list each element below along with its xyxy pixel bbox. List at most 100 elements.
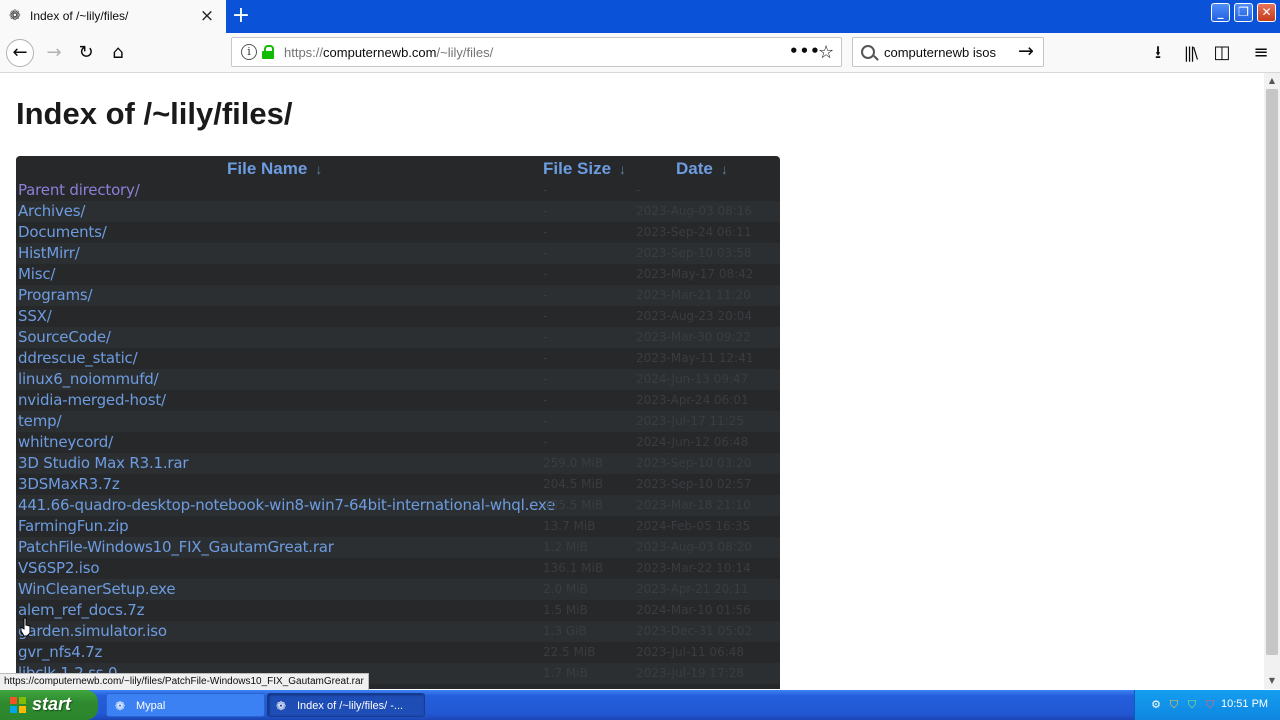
file-date: 2023-Mar-18 21:10 — [636, 498, 751, 512]
lock-icon[interactable] — [262, 45, 274, 59]
file-link[interactable]: ddrescue_static/ — [18, 349, 138, 367]
file-date: 2023-Apr-21 20:11 — [636, 582, 749, 596]
file-link[interactable]: gvr_nfs4.7z — [18, 643, 102, 661]
table-row: temp/ - 2023-Jul-17 11:25 — [16, 411, 780, 432]
file-link[interactable]: 3D Studio Max R3.1.rar — [18, 454, 189, 472]
file-link[interactable]: garden.simulator.iso — [18, 622, 167, 640]
file-link[interactable]: HistMirr/ — [18, 244, 80, 262]
table-row: nvidia-merged-host/ - 2023-Apr-24 06:01 — [16, 390, 780, 411]
table-row: FarmingFun.zip 13.7 MiB 2024-Feb-05 16:35 — [16, 516, 780, 537]
file-listing-table: File Name ↓ File Size ↓ Date ↓ Parent direc… — [16, 156, 780, 689]
table-row: SourceCode/ - 2023-Mar-30 09:22 — [16, 327, 780, 348]
file-link[interactable]: whitneycord/ — [18, 433, 113, 451]
forward-icon[interactable]: → — [42, 41, 66, 65]
active-tab[interactable]: ❁ Index of /~lily/files/ × — [0, 0, 226, 33]
file-link[interactable]: FarmingFun.zip — [18, 517, 129, 535]
file-date: 2023-Jul-17 11:25 — [636, 414, 745, 428]
table-row: whitneycord/ - 2024-Jun-12 06:48 — [16, 432, 780, 453]
file-size: - — [543, 393, 548, 407]
file-link[interactable]: Programs/ — [18, 286, 93, 304]
safely-remove-icon[interactable]: ⛉ — [1185, 698, 1199, 712]
system-tray: ⚙ ⛉ ⛉ ⛉ 10:51 PM — [1134, 690, 1280, 720]
page-content: Index of /~lily/files/ File Name ↓ File S… — [0, 73, 1264, 689]
file-size: - — [543, 414, 548, 428]
taskbar-item-mypal[interactable]: ❁ Mypal — [106, 693, 265, 717]
vertical-scrollbar[interactable]: ▲ ▼ — [1264, 73, 1280, 689]
mouse-cursor-icon — [20, 617, 31, 637]
alert-shield-icon[interactable]: ⛉ — [1203, 698, 1217, 712]
sidebar-icon[interactable]: ◫ — [1210, 41, 1234, 65]
menu-icon[interactable]: ≡ — [1249, 41, 1273, 65]
file-date: 2023-Mar-30 09:22 — [636, 330, 751, 344]
url-text[interactable]: https://computernewb.com/~lily/files/ — [284, 45, 493, 60]
table-row: PatchFile-Windows10_FIX_GautamGreat.rar 1… — [16, 537, 780, 558]
search-bar[interactable]: computernewb isos → — [852, 37, 1044, 67]
file-size: 136.1 MiB — [543, 561, 604, 575]
table-row: gvr_nfs4.7z 22.5 MiB 2023-Jul-11 06:48 — [16, 642, 780, 663]
page-actions-icon[interactable]: ••• — [789, 42, 821, 60]
file-size: 204.5 MiB — [543, 477, 604, 491]
file-date: 2023-May-11 12:41 — [636, 351, 754, 365]
scroll-down-icon[interactable]: ▼ — [1264, 673, 1280, 689]
file-date: 2023-Sep-10 03:20 — [636, 456, 752, 470]
navigation-toolbar: ← → ↻ ⌂ i https://computernewb.com/~lily… — [0, 33, 1280, 73]
library-icon[interactable]: |||\ — [1178, 41, 1202, 65]
file-link[interactable]: linux6_noiommufd/ — [18, 370, 159, 388]
reload-icon[interactable]: ↻ — [74, 41, 98, 65]
file-link[interactable]: SSX/ — [18, 307, 52, 325]
file-link[interactable]: Documents/ — [18, 223, 107, 241]
tab-close-icon[interactable]: × — [199, 7, 215, 25]
scroll-thumb[interactable] — [1266, 89, 1278, 655]
file-link[interactable]: SourceCode/ — [18, 328, 111, 346]
taskbar-item-browser-window[interactable]: ❁ Index of /~lily/files/ -... — [267, 693, 425, 717]
table-row: WinCleanerSetup.exe 2.0 MiB 2023-Apr-21 20… — [16, 579, 780, 600]
file-date: 2024-Mar-10 01:56 — [636, 603, 751, 617]
file-link[interactable]: VS6SP2.iso — [18, 559, 100, 577]
new-tab-icon[interactable]: + — [230, 5, 252, 27]
network-icon[interactable]: ⚙ — [1149, 698, 1163, 712]
file-size: 13.7 MiB — [543, 519, 596, 533]
file-date: 2023-Sep-24 06:11 — [636, 225, 752, 239]
bookmark-star-icon[interactable]: ☆ — [818, 42, 834, 63]
sort-arrow-icon: ↓ — [619, 161, 627, 177]
arrow-right-icon[interactable]: → — [1018, 40, 1034, 62]
file-size: - — [543, 288, 548, 302]
file-link[interactable]: 441.66-quadro-desktop-notebook-win8-win7… — [18, 496, 555, 514]
file-size: 1.3 GiB — [543, 624, 587, 638]
file-size: - — [543, 246, 548, 260]
table-row: garden.simulator.iso 1.3 GiB 2023-Dec-31 0… — [16, 621, 780, 642]
minimize-button[interactable]: _ — [1211, 3, 1230, 22]
column-header-file-size[interactable]: File Size ↓ — [543, 159, 626, 181]
file-size: 1.2 MiB — [543, 540, 588, 554]
file-link[interactable]: alem_ref_docs.7z — [18, 601, 144, 619]
url-path: /~lily/files/ — [436, 45, 494, 60]
file-size: - — [543, 372, 548, 386]
file-date: 2024-Jun-12 06:48 — [636, 435, 749, 449]
table-row: Parent directory/ - - — [16, 180, 780, 201]
download-icon[interactable]: ⭳ — [1146, 41, 1170, 65]
file-link[interactable]: PatchFile-Windows10_FIX_GautamGreat.rar — [18, 538, 334, 556]
home-icon[interactable]: ⌂ — [106, 41, 130, 65]
restore-button[interactable]: ❐ — [1234, 3, 1253, 22]
file-link[interactable]: Misc/ — [18, 265, 55, 283]
search-input[interactable]: computernewb isos — [884, 45, 996, 60]
file-date: 2023-May-17 08:42 — [636, 267, 754, 281]
parent-directory-link[interactable]: Parent directory/ — [18, 181, 140, 199]
table-row: Misc/ - 2023-May-17 08:42 — [16, 264, 780, 285]
file-link[interactable]: Archives/ — [18, 202, 85, 220]
back-icon[interactable]: ← — [6, 39, 34, 67]
close-window-button[interactable]: ✕ — [1257, 3, 1276, 22]
file-date: 2023-Jul-19 17:28 — [636, 666, 745, 680]
file-date: 2024-Jun-13 09:47 — [636, 372, 749, 386]
file-link[interactable]: nvidia-merged-host/ — [18, 391, 166, 409]
file-link[interactable]: WinCleanerSetup.exe — [18, 580, 176, 598]
file-link[interactable]: 3DSMaxR3.7z — [18, 475, 120, 493]
address-bar[interactable]: i https://computernewb.com/~lily/files/ … — [231, 37, 842, 67]
file-link[interactable]: temp/ — [18, 412, 62, 430]
info-icon[interactable]: i — [241, 44, 257, 60]
column-header-date[interactable]: Date ↓ — [676, 159, 728, 181]
scroll-up-icon[interactable]: ▲ — [1264, 73, 1280, 89]
column-header-file-name[interactable]: File Name ↓ — [227, 159, 322, 181]
security-shield-icon[interactable]: ⛉ — [1167, 698, 1181, 712]
start-button[interactable]: start — [0, 690, 98, 720]
